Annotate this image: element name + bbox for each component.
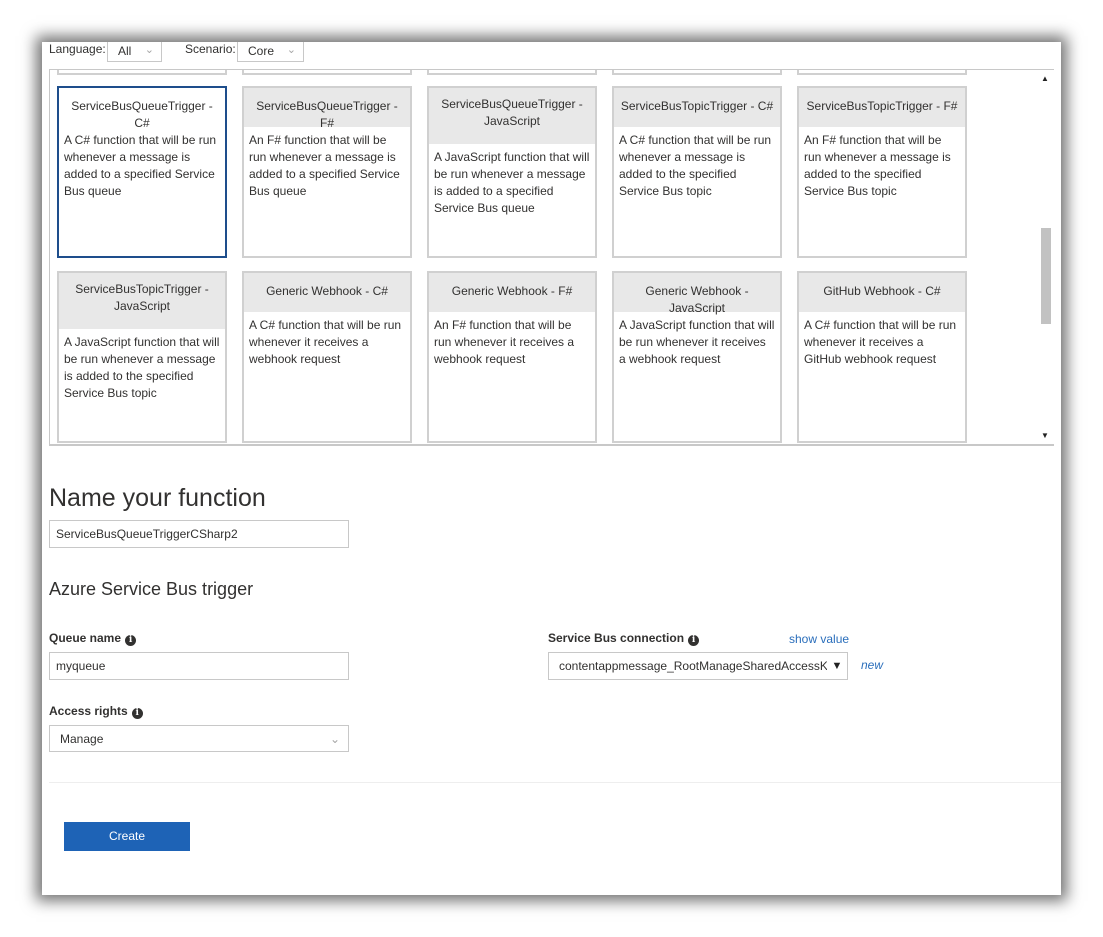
divider [49, 782, 1061, 783]
info-icon[interactable]: i [131, 708, 143, 719]
scroll-down-arrow-icon[interactable]: ▼ [1041, 431, 1049, 440]
access-rights-select[interactable]: Manage ⌄ [49, 725, 349, 752]
template-card-title: ServiceBusQueueTrigger - C# [59, 88, 225, 130]
template-card-servicebus-queue-fsharp[interactable]: ServiceBusQueueTrigger - F# An F# functi… [242, 86, 412, 258]
show-value-link[interactable]: show value [789, 632, 849, 646]
language-value: All [118, 44, 132, 58]
template-card-partial [612, 70, 782, 75]
template-card-title: Generic Webhook - C# [244, 273, 410, 312]
queue-name-input[interactable]: myqueue [49, 652, 349, 680]
template-card-servicebus-topic-csharp[interactable]: ServiceBusTopicTrigger - C# A C# functio… [612, 86, 782, 258]
template-card-description: A C# function that will be run whenever … [249, 318, 402, 366]
template-card-title: ServiceBusQueueTrigger - F# [244, 88, 410, 130]
template-card-title: Generic Webhook - F# [429, 273, 595, 312]
queue-name-label: Queue name i [49, 631, 137, 646]
template-card-generic-webhook-csharp[interactable]: Generic Webhook - C# A C# function that … [242, 271, 412, 443]
scenario-value: Core [248, 44, 275, 58]
template-grid-scrollbar[interactable]: ▲ ▼ [1037, 70, 1054, 444]
template-card-description: A C# function that will be run whenever … [64, 133, 217, 198]
service-bus-connection-value: contentappmessage_RootManageSharedAccess… [559, 659, 841, 673]
template-card-description: A C# function that will be run whenever … [804, 318, 957, 366]
scenario-label: Scenario: [185, 42, 236, 56]
template-card-title: ServiceBusTopicTrigger - JavaScript [59, 273, 225, 329]
template-card-description: A JavaScript function that will be run w… [64, 335, 220, 400]
template-card-servicebus-queue-csharp[interactable]: ServiceBusQueueTrigger - C# A C# functio… [57, 86, 227, 258]
template-card-servicebus-queue-javascript[interactable]: ServiceBusQueueTrigger - JavaScript A Ja… [427, 86, 597, 258]
access-rights-label-text: Access rights [49, 704, 128, 718]
template-card-github-webhook-csharp[interactable]: GitHub Webhook - C# A C# function that w… [797, 271, 967, 443]
template-card-description: A JavaScript function that will be run w… [434, 150, 590, 215]
scroll-up-arrow-icon[interactable]: ▲ [1041, 74, 1049, 83]
template-card-description: An F# function that will be run whenever… [249, 133, 400, 198]
template-card-partial [242, 70, 412, 75]
chevron-down-icon: ⌄ [286, 44, 296, 56]
template-card-partial [57, 70, 227, 75]
template-card-title: ServiceBusTopicTrigger - F# [799, 88, 965, 127]
template-filter-bar: Language: All ⌄ Scenario: Core ⌄ [49, 42, 1049, 70]
create-button[interactable]: Create [64, 822, 190, 851]
template-card-partial [797, 70, 967, 75]
queue-name-label-text: Queue name [49, 631, 122, 645]
template-grid: ServiceBusQueueTrigger - C# A C# functio… [49, 69, 1054, 446]
template-card-title: ServiceBusTopicTrigger - C# [614, 88, 780, 127]
service-bus-connection-select[interactable]: contentappmessage_RootManageSharedAccess… [548, 652, 848, 680]
template-card-generic-webhook-fsharp[interactable]: Generic Webhook - F# An F# function that… [427, 271, 597, 443]
caret-down-icon: ▼ [827, 653, 847, 679]
template-card-title: Generic Webhook - JavaScript [614, 273, 780, 315]
template-card-title: ServiceBusQueueTrigger - JavaScript [429, 88, 595, 144]
template-card-title: GitHub Webhook - C# [799, 273, 965, 312]
template-card-servicebus-topic-javascript[interactable]: ServiceBusTopicTrigger - JavaScript A Ja… [57, 271, 227, 443]
language-select[interactable]: All ⌄ [107, 42, 162, 62]
info-icon[interactable]: i [688, 635, 700, 646]
function-creation-panel: Language: All ⌄ Scenario: Core ⌄ Service… [42, 42, 1061, 895]
template-card-description: An F# function that will be run whenever… [434, 318, 575, 366]
scrollbar-thumb[interactable] [1041, 228, 1051, 324]
template-card-servicebus-topic-fsharp[interactable]: ServiceBusTopicTrigger - F# An F# functi… [797, 86, 967, 258]
template-card-description: A C# function that will be run whenever … [619, 133, 772, 198]
trigger-heading: Azure Service Bus trigger [49, 579, 254, 599]
chevron-down-icon: ⌄ [329, 732, 340, 746]
new-connection-link[interactable]: new [861, 658, 883, 672]
language-label: Language: [49, 42, 106, 56]
template-card-partial [427, 70, 597, 75]
service-bus-connection-label-text: Service Bus connection [548, 631, 685, 645]
template-card-description: An F# function that will be run whenever… [804, 133, 951, 198]
chevron-down-icon: ⌄ [144, 44, 154, 56]
info-icon[interactable]: i [125, 635, 137, 646]
access-rights-value: Manage [60, 732, 104, 746]
scenario-select[interactable]: Core ⌄ [237, 42, 304, 62]
service-bus-connection-label: Service Bus connection i [548, 631, 700, 646]
template-card-generic-webhook-javascript[interactable]: Generic Webhook - JavaScript A JavaScrip… [612, 271, 782, 443]
access-rights-label: Access rights i [49, 704, 143, 719]
template-card-description: A JavaScript function that will be run w… [619, 318, 775, 366]
name-function-heading: Name your function [49, 484, 266, 512]
function-name-input[interactable]: ServiceBusQueueTriggerCSharp2 [49, 520, 349, 548]
